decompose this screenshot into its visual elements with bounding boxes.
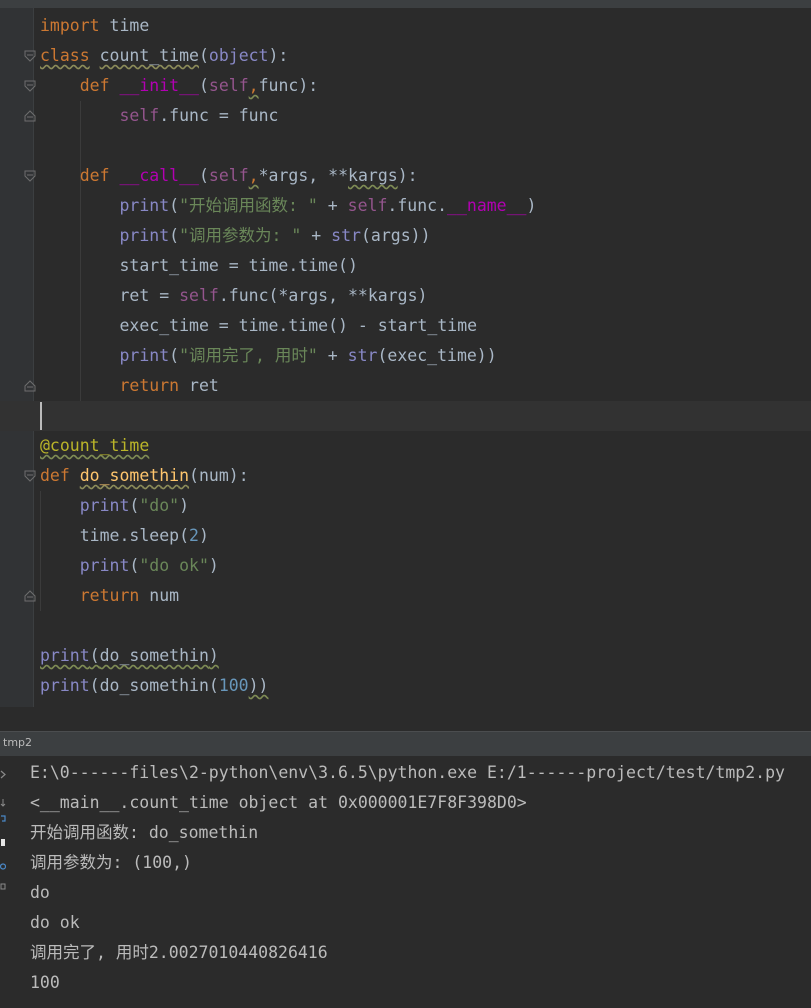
code-line: print("调用完了, 用时" + str(exec_time)) [119, 346, 497, 365]
code-line: def __init__(self,func): [79, 76, 319, 95]
text-caret [40, 402, 42, 430]
console-line: E:\0------files\2-python\env\3.6.5\pytho… [30, 763, 785, 782]
rerun-icon[interactable] [0, 770, 6, 779]
code-line: def do_somethin(num): [40, 466, 249, 485]
console-line: <__main__.count_time object at 0x000001E… [30, 793, 527, 812]
run-tab-label[interactable]: tmp2 [3, 736, 32, 749]
current-line[interactable] [0, 401, 811, 431]
code-line: return num [79, 586, 180, 605]
code-line: print("do ok") [79, 556, 219, 575]
code-line: start_time = time.time() [40, 256, 358, 275]
code-line: ret = self.func(*args, **kargs) [40, 286, 428, 305]
code-line: print("do") [79, 496, 190, 515]
code-line: print(do_somethin(100)) [40, 676, 269, 695]
code-line: time.sleep(2) [40, 526, 209, 545]
console-line: do [30, 883, 50, 902]
editor-tab-strip [0, 0, 811, 8]
print-icon[interactable] [0, 882, 6, 891]
code-lines: import time class count_time(object): de… [0, 11, 811, 701]
wrap-icon[interactable] [0, 814, 6, 823]
code-line: return ret [119, 376, 219, 395]
console-line: do ok [30, 913, 80, 932]
code-editor[interactable]: import time class count_time(object): de… [0, 8, 811, 707]
console-line: 100 [30, 973, 60, 992]
run-console[interactable]: E:\0------files\2-python\env\3.6.5\pytho… [0, 756, 811, 1008]
console-line: 调用参数为: (100,) [30, 853, 192, 872]
console-line: 开始调用函数: do_somethin [30, 823, 259, 842]
code-line: def __call__(self,*args, **kargs): [79, 166, 418, 185]
down-arrow-icon[interactable] [0, 798, 6, 807]
code-line: import time [40, 16, 150, 35]
console-toolbar [0, 756, 12, 1008]
console-line: 调用完了, 用时2.0027010440826416 [30, 943, 328, 962]
code-line: @count_time [40, 436, 150, 455]
code-line: self.func = func [119, 106, 279, 125]
console-output: E:\0------files\2-python\env\3.6.5\pytho… [30, 758, 785, 998]
pin-icon[interactable] [0, 838, 6, 847]
code-line: exec_time = time.time() - start_time [40, 316, 478, 335]
code-line: print(do_somethin) [40, 646, 219, 665]
code-line: class count_time(object): [40, 46, 289, 65]
code-line: print("调用参数为: " + str(args)) [119, 226, 431, 245]
run-panel-header[interactable]: tmp2 [0, 731, 811, 757]
editor-bottom-area [0, 707, 811, 731]
code-line: print("开始调用函数: " + self.func.__name__) [119, 196, 537, 215]
settings-icon[interactable] [0, 862, 6, 871]
